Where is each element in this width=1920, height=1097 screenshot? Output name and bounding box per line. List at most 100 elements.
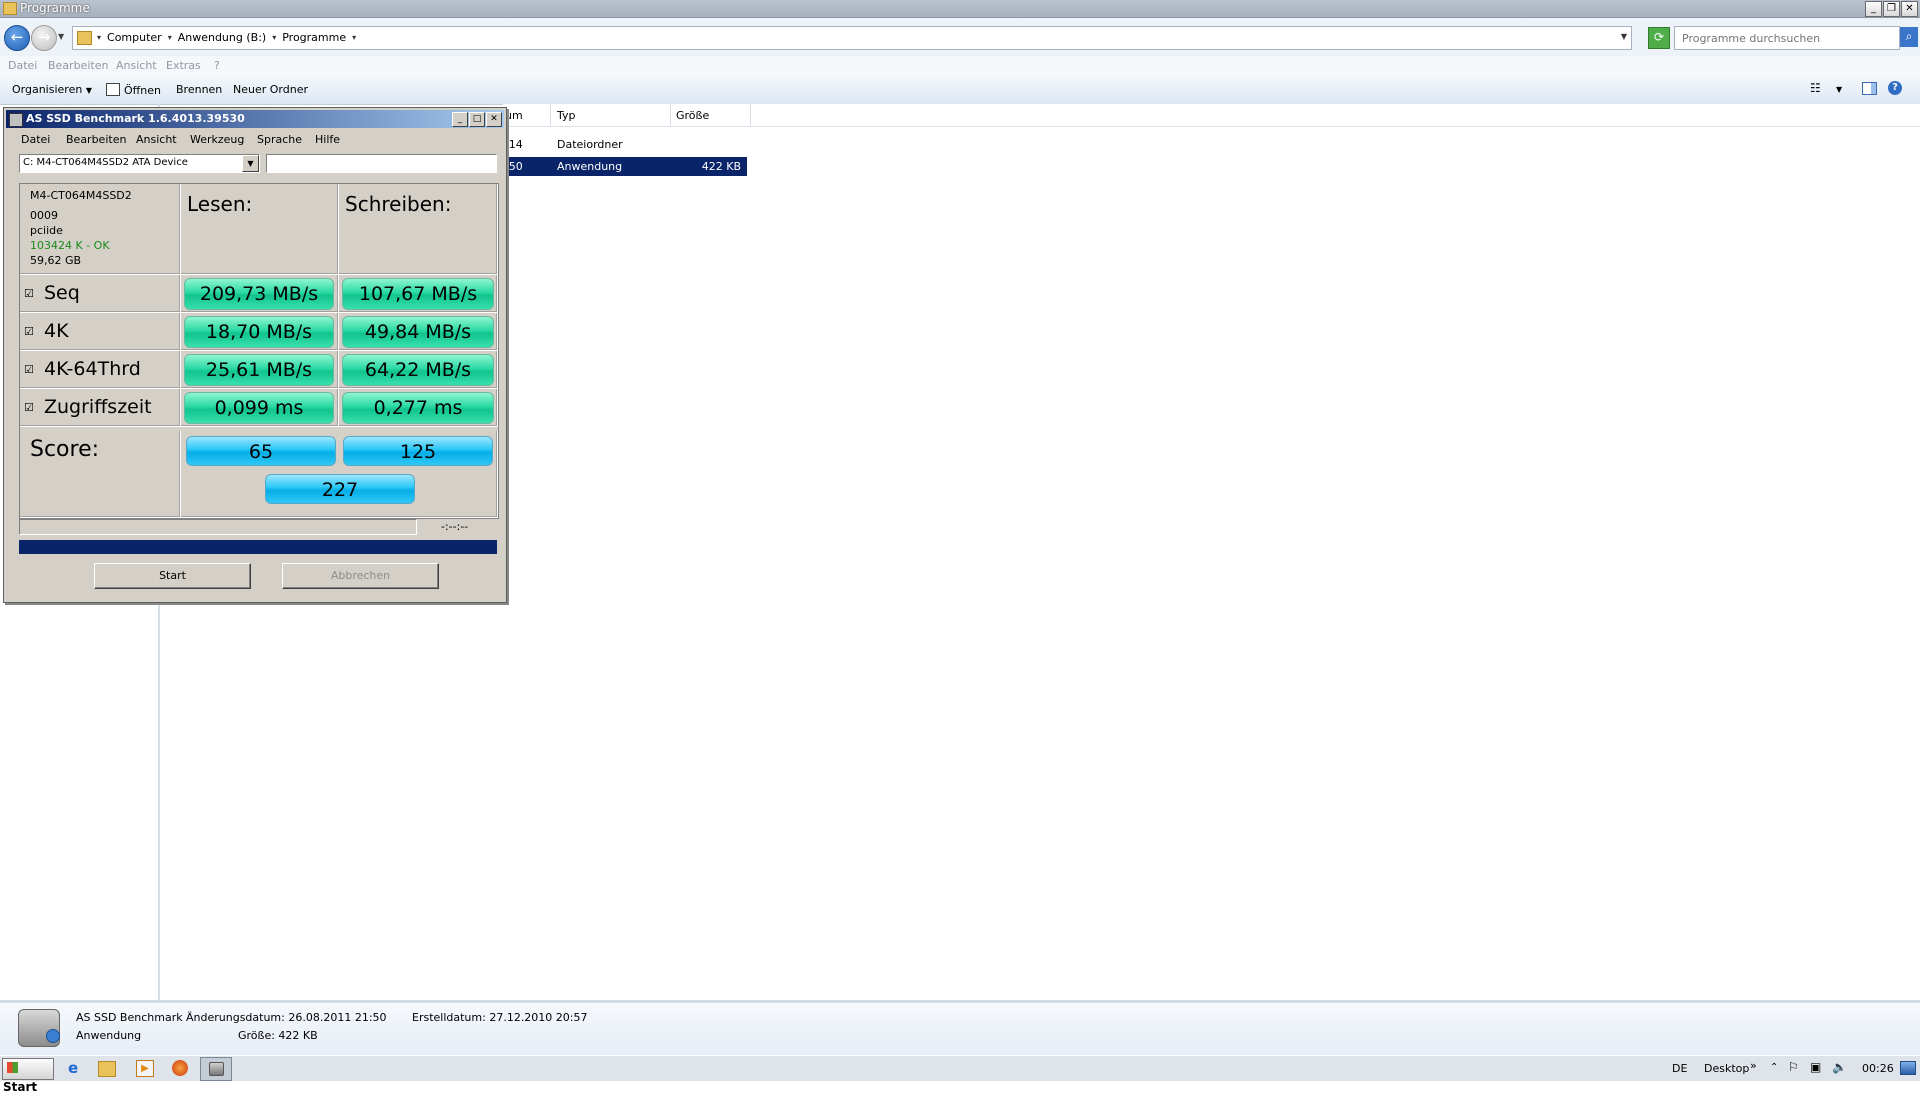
- clock[interactable]: 00:26: [1862, 1062, 1894, 1075]
- language-indicator[interactable]: DE: [1672, 1062, 1687, 1075]
- close-button[interactable]: ✕: [1901, 1, 1918, 17]
- breadcrumb-drive[interactable]: Anwendung (B:): [178, 31, 266, 44]
- search-input[interactable]: [1680, 31, 1894, 46]
- search-icon[interactable]: ⌕: [1900, 27, 1918, 47]
- explorer-title-bar: Programme _ ❐ ✕: [0, 0, 1920, 18]
- access-time-write-result: 0,277 ms: [342, 392, 494, 424]
- restore-button[interactable]: ❐: [1883, 1, 1900, 17]
- seq-read-result: 209,73 MB/s: [184, 278, 334, 310]
- menu-language[interactable]: Sprache: [257, 133, 302, 146]
- chevron-right-icon[interactable]: »: [1750, 1059, 1757, 1072]
- menu-help[interactable]: Hilfe: [315, 133, 340, 146]
- search-box[interactable]: [1674, 26, 1900, 50]
- address-bar[interactable]: ▾ Computer ▾ Anwendung (B:) ▾ Programme …: [72, 26, 1632, 50]
- history-dropdown-icon[interactable]: ▼: [58, 32, 64, 41]
- score-label: Score:: [30, 437, 100, 462]
- file-date: :50: [505, 160, 523, 173]
- network-icon[interactable]: ▣: [1810, 1060, 1821, 1074]
- minimize-button[interactable]: _: [452, 112, 468, 127]
- overall-progress-bar: [19, 540, 497, 554]
- menu-bar: Datei Bearbeiten Ansicht Extras ?: [0, 56, 1920, 76]
- device-text-input[interactable]: [267, 155, 496, 172]
- flag-icon[interactable]: ⚐: [1788, 1060, 1799, 1074]
- device-select[interactable]: C: M4-CT064M4SSD2 ATA Device ▼: [19, 154, 260, 173]
- menu-extras[interactable]: Extras: [166, 59, 201, 72]
- details-type: Anwendung: [76, 1029, 142, 1042]
- column-date[interactable]: um: [505, 109, 523, 122]
- chevron-down-icon[interactable]: ▾: [97, 31, 101, 44]
- command-bar: Organisieren ▼ Öffnen Brennen Neuer Ordn…: [0, 76, 1920, 105]
- burn-button[interactable]: Brennen: [176, 83, 222, 96]
- close-button[interactable]: ✕: [486, 112, 502, 127]
- device-text-field[interactable]: [266, 154, 497, 173]
- chevron-down-icon[interactable]: ▼: [1836, 85, 1842, 94]
- menu-file[interactable]: Datei: [8, 59, 37, 72]
- checkbox-checked-icon[interactable]: ☑: [24, 288, 34, 299]
- alignment-status: 103424 K - OK: [30, 239, 110, 252]
- refresh-icon[interactable]: ⟳: [1648, 27, 1670, 49]
- menu-file[interactable]: Datei: [21, 133, 50, 146]
- drive-firmware: 0009: [30, 209, 58, 222]
- help-icon[interactable]: ?: [1888, 81, 1902, 95]
- speaker-icon[interactable]: 🔈: [1832, 1060, 1847, 1074]
- minimize-button[interactable]: _: [1865, 1, 1882, 17]
- row-4k: ☑ 4K: [20, 313, 181, 351]
- score-cell: Score:: [20, 431, 181, 518]
- checkbox-checked-icon[interactable]: ☑: [24, 402, 34, 413]
- view-options-icon[interactable]: ☷: [1810, 81, 1821, 95]
- menu-view[interactable]: Ansicht: [136, 133, 177, 146]
- test-progress-bar: [19, 519, 417, 535]
- checkbox-checked-icon[interactable]: ☑: [24, 364, 34, 375]
- desktop-toolbar[interactable]: Desktop: [1704, 1062, 1749, 1075]
- checkbox-checked-icon[interactable]: ☑: [24, 326, 34, 337]
- row-label-4k: 4K: [44, 320, 69, 342]
- open-icon: [106, 83, 120, 96]
- start-button[interactable]: Start: [2, 1058, 54, 1094]
- breadcrumb-folder[interactable]: Programme: [282, 31, 346, 44]
- maximize-button[interactable]: □: [469, 112, 485, 127]
- 4k-read-result: 18,70 MB/s: [184, 316, 334, 348]
- menu-edit[interactable]: Bearbeiten: [48, 59, 108, 72]
- windows-logo-icon: [7, 1062, 18, 1073]
- breadcrumb-computer[interactable]: Computer: [107, 31, 162, 44]
- 4k-write-result: 49,84 MB/s: [342, 316, 494, 348]
- list-item-selected[interactable]: :50 Anwendung 422 KB: [503, 157, 747, 176]
- address-dropdown-icon[interactable]: ▼: [1621, 32, 1627, 41]
- open-button[interactable]: Öffnen: [106, 83, 161, 97]
- organize-button[interactable]: Organisieren ▼: [12, 83, 92, 96]
- new-folder-button[interactable]: Neuer Ordner: [233, 83, 308, 96]
- menu-help[interactable]: ?: [214, 59, 220, 72]
- row-label-4k-64thrd: 4K-64Thrd: [44, 358, 141, 380]
- menu-tools[interactable]: Werkzeug: [190, 133, 244, 146]
- media-player-icon[interactable]: ▶: [136, 1060, 154, 1077]
- taskbar-item-as-ssd[interactable]: [200, 1057, 232, 1081]
- show-hidden-icons-icon[interactable]: ⌃: [1770, 1062, 1778, 1073]
- abort-button[interactable]: Abbrechen: [282, 563, 439, 589]
- drive-driver: pciide: [30, 224, 63, 237]
- chevron-down-icon[interactable]: ▾: [272, 31, 276, 44]
- column-type[interactable]: Typ: [557, 109, 576, 122]
- forward-arrow-icon[interactable]: →: [31, 25, 57, 51]
- back-arrow-icon[interactable]: ←: [4, 25, 30, 51]
- as-ssd-title-bar[interactable]: AS SSD Benchmark 1.6.4013.39530 _ □ ✕: [6, 110, 504, 128]
- menu-view[interactable]: Ansicht: [116, 59, 157, 72]
- row-label-access-time: Zugriffszeit: [44, 396, 152, 418]
- menu-edit[interactable]: Bearbeiten: [66, 133, 126, 146]
- file-size: 422 KB: [701, 160, 741, 173]
- internet-explorer-icon[interactable]: e: [68, 1059, 88, 1078]
- preview-pane-icon[interactable]: [1862, 82, 1877, 95]
- chevron-down-icon[interactable]: ▾: [352, 31, 356, 44]
- show-desktop-icon[interactable]: [1900, 1061, 1916, 1075]
- list-item[interactable]: :14 Dateiordner: [503, 135, 747, 154]
- taskbar: Start e ▶ DE Desktop » ⌃ ⚐ ▣ 🔈 00:26: [0, 1055, 1920, 1094]
- seq-write-result: 107,67 MB/s: [342, 278, 494, 310]
- device-select-value: C: M4-CT064M4SSD2 ATA Device: [23, 157, 188, 168]
- elapsed-time: -:--:--: [441, 520, 469, 533]
- chevron-down-icon[interactable]: ▼: [242, 155, 259, 172]
- firefox-icon[interactable]: [172, 1060, 188, 1076]
- start-button[interactable]: Start: [94, 563, 251, 589]
- as-ssd-title: AS SSD Benchmark 1.6.4013.39530: [26, 112, 245, 125]
- explorer-icon[interactable]: [98, 1061, 116, 1077]
- chevron-down-icon[interactable]: ▾: [168, 31, 172, 44]
- column-size[interactable]: Größe: [676, 109, 709, 122]
